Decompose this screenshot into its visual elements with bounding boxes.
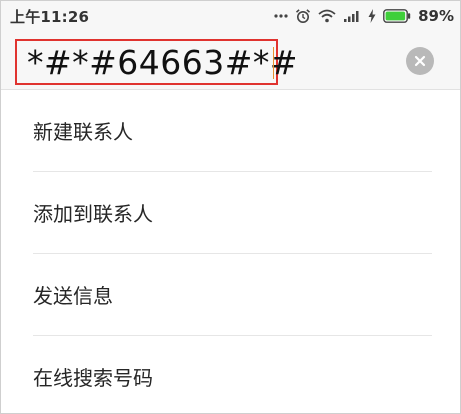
dial-search-header: *#*#64663#*# [1, 31, 460, 90]
menu-item-add-to-contact[interactable]: 添加到联系人 [1, 172, 460, 254]
dialed-number-highlight: *#*#64663#*# [15, 39, 298, 85]
menu-item-label: 添加到联系人 [33, 202, 153, 226]
menu-item-label: 发送信息 [33, 284, 113, 308]
more-dots-icon [274, 13, 288, 19]
charging-icon [368, 9, 376, 23]
text-cursor [273, 47, 274, 79]
battery-icon [383, 9, 411, 23]
status-time: 上午11:26 [10, 8, 90, 26]
menu-item-new-contact[interactable]: 新建联系人 [1, 90, 460, 172]
menu-item-send-message[interactable]: 发送信息 [1, 254, 460, 336]
dial-action-menu: 新建联系人 添加到联系人 发送信息 在线搜索号码 [1, 90, 460, 413]
close-icon [414, 52, 426, 71]
dialed-number-input[interactable]: *#*#64663#*# [27, 44, 298, 82]
status-icons: 89% [274, 5, 454, 27]
battery-percent: 89% [418, 7, 454, 25]
menu-item-search-number-online[interactable]: 在线搜索号码 [1, 336, 460, 413]
phone-screen: 上午11:26 89% *#*#64663#*# 新建联系人 添加到联系人 发送… [0, 0, 461, 414]
clear-button[interactable] [406, 47, 434, 75]
menu-item-label: 在线搜索号码 [33, 366, 153, 390]
alarm-icon [295, 8, 311, 24]
wifi-icon [318, 9, 336, 23]
signal-icon [343, 9, 361, 23]
menu-item-label: 新建联系人 [33, 120, 133, 144]
status-bar: 上午11:26 89% [1, 1, 460, 31]
